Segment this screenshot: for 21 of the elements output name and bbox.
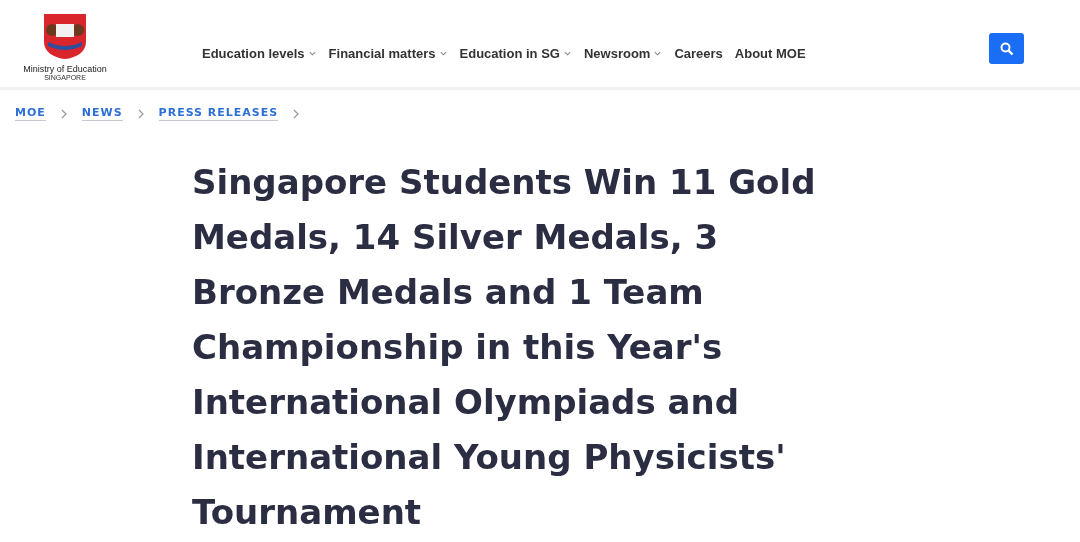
chevron-right-icon	[59, 108, 68, 119]
nav-link[interactable]: Newsroom	[583, 46, 663, 61]
chevron-down-icon	[307, 49, 317, 58]
logo-name: Ministry of Education	[23, 64, 107, 74]
breadcrumb-link[interactable]: NEWS	[81, 106, 123, 121]
chevron-down-icon	[438, 49, 448, 58]
headline: Singapore Students Win 11 Gold Medals, 14 Silver Medals, 3 Bronze Medals and 1 Team Championship in this Year's International Olympiads and International Young Physicists' Tournament	[192, 161, 817, 534]
breadcrumb-link[interactable]: PRESS RELEASES	[158, 106, 279, 121]
crest-icon	[42, 12, 88, 60]
chevron-right-icon	[292, 108, 301, 119]
breadcrumb-link[interactable]: MOE	[15, 106, 46, 121]
chevron-down-icon	[653, 49, 663, 58]
search-icon	[999, 41, 1014, 56]
nav-link[interactable]: Careers	[674, 46, 723, 61]
nav-link[interactable]: Financial matters	[328, 46, 448, 61]
nav-link[interactable]: Education in SG	[459, 46, 572, 61]
chevron-right-icon	[136, 108, 145, 119]
nav-link[interactable]: About MOE	[734, 46, 806, 61]
chevron-down-icon	[562, 49, 572, 58]
search-button[interactable]	[989, 33, 1024, 64]
nav-link[interactable]: Education levels	[202, 46, 317, 61]
